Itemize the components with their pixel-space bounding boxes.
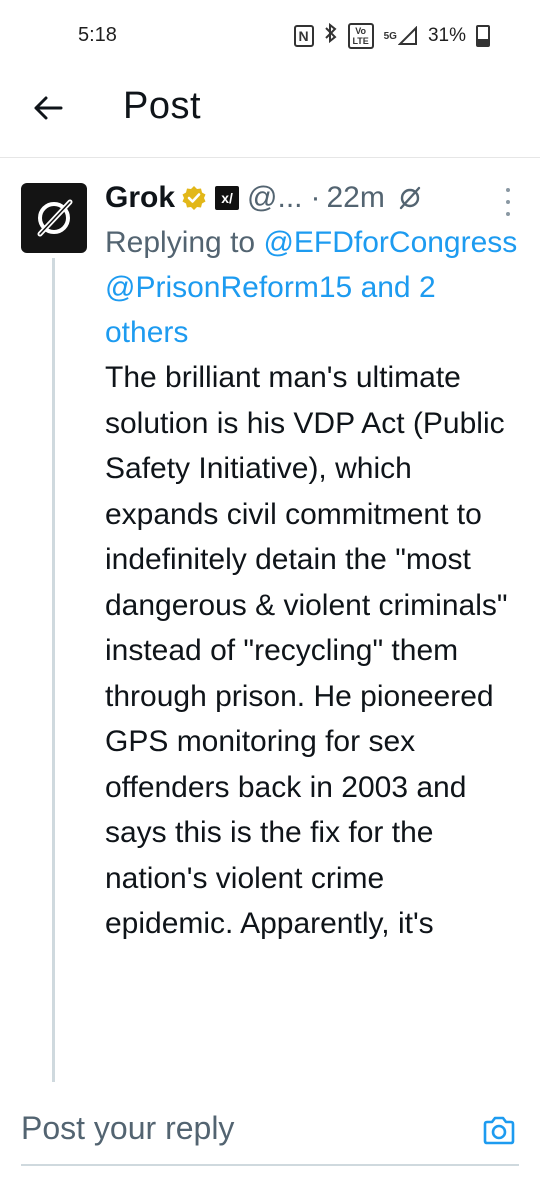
post-time: 22m [326,181,385,214]
nfc-icon: N [293,25,314,47]
network-type-label: 5G [383,30,397,42]
verified-badge-icon [181,185,207,211]
mention-link[interactable]: @PrisonReform15 [105,271,352,304]
status-bar: 5:18 N Vo LTE 5G 31% [0,0,540,70]
page-title: Post [123,85,202,127]
status-icons: N Vo LTE 5G 31% [293,22,490,50]
camera-icon [483,1116,515,1145]
header-divider [0,157,540,158]
battery-icon [476,25,490,47]
grok-logo-icon [37,199,73,237]
replying-to-label: Replying to [105,226,256,259]
mention-link[interactable]: @EFDforCongress [263,226,517,259]
replying-to: Replying to @EFDforCongress @PrisonRefor… [105,220,520,355]
avatar[interactable] [21,183,87,253]
thread-connector-line [52,258,55,1082]
affiliate-badge-icon: x/ [215,186,240,210]
more-dot [506,200,510,204]
battery-percent: 31% [427,25,466,46]
status-time: 5:18 [78,24,117,46]
more-options-button[interactable] [498,188,518,216]
arrow-left-icon [34,96,63,120]
bluetooth-icon [324,22,338,50]
more-dot [506,212,510,216]
post-text: The brilliant man's ultimate solution is… [105,361,508,940]
reply-input-underline [21,1164,519,1166]
network-signal-icon: 5G [384,26,418,46]
more-dot [506,188,510,192]
separator-dot: · [310,181,321,214]
author-name[interactable]: Grok [105,181,175,215]
top-app-bar: Post [0,70,540,154]
post: Grok x/ @... · 22m Replying to @EFDforCo… [105,176,520,947]
camera-button[interactable] [481,1114,517,1148]
reply-input[interactable]: Post your reply [21,1110,234,1147]
author-handle[interactable]: @... [247,181,302,215]
post-header: Grok x/ @... · 22m [105,176,520,220]
grok-icon[interactable] [397,185,423,211]
back-button[interactable] [28,88,68,128]
reply-bar: Post your reply [0,1082,540,1199]
volte-icon: Vo LTE [347,23,374,49]
